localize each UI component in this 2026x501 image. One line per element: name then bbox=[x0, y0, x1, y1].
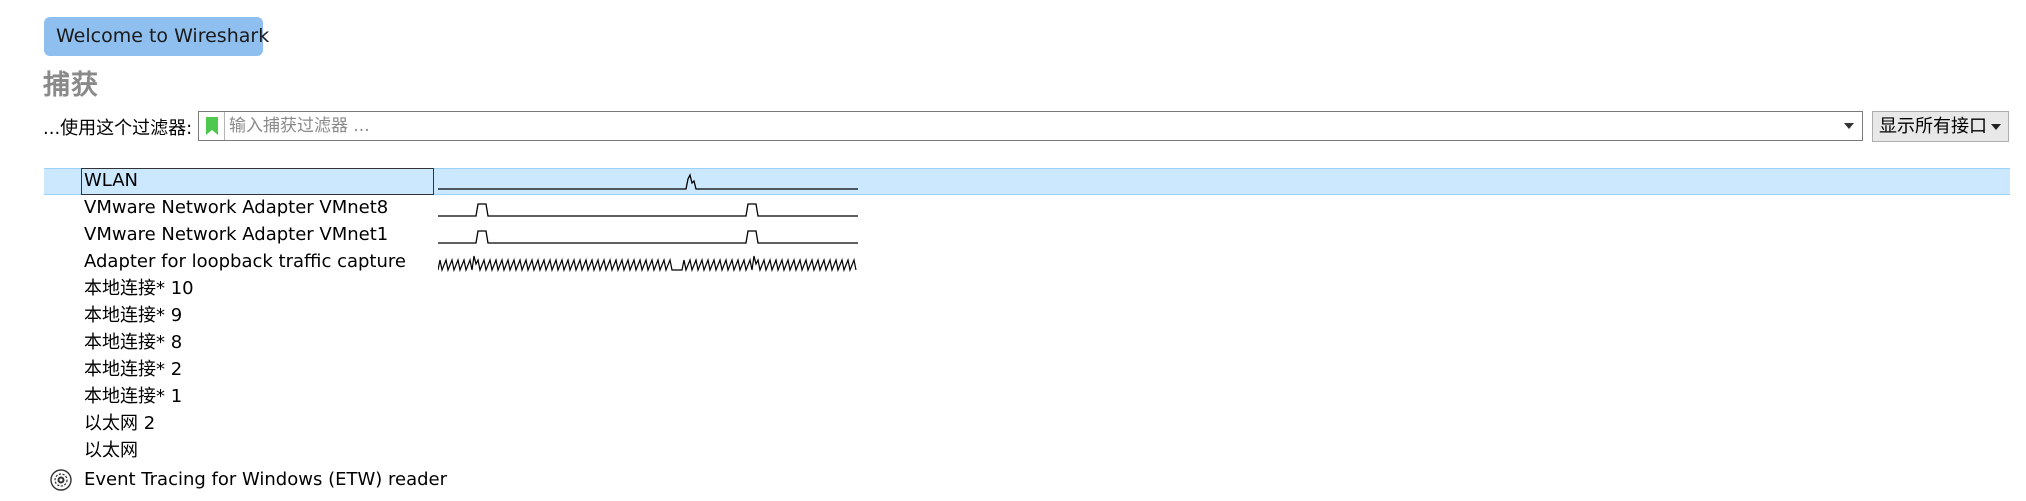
interface-name: 本地连接* 2 bbox=[84, 359, 183, 380]
traffic-sparkline bbox=[438, 230, 858, 244]
interface-row-local-10[interactable]: 本地连接* 10 bbox=[0, 276, 2026, 303]
interface-name: 本地连接* 8 bbox=[84, 332, 183, 353]
interface-row-ethernet[interactable]: 以太网 bbox=[0, 438, 2026, 465]
bookmark-icon bbox=[206, 117, 218, 135]
show-all-interfaces-button[interactable]: 显示所有接口 bbox=[1872, 111, 2009, 142]
interface-row-loopback[interactable]: Adapter for loopback traffic capture bbox=[0, 249, 2026, 276]
interface-name: 本地连接* 9 bbox=[84, 305, 183, 326]
interface-row-ethernet-2[interactable]: 以太网 2 bbox=[0, 411, 2026, 438]
interface-row-etw[interactable]: Event Tracing for Windows (ETW) reader bbox=[0, 465, 2026, 495]
interface-name: 以太网 bbox=[84, 440, 138, 461]
interface-list: WLAN VMware Network Adapter VMnet8 VMwar… bbox=[0, 168, 2026, 495]
interface-name: WLAN bbox=[84, 170, 139, 191]
interface-row-wlan[interactable]: WLAN bbox=[0, 168, 2026, 195]
capture-filter-input[interactable] bbox=[229, 112, 1829, 140]
interface-name: 以太网 2 bbox=[84, 413, 156, 434]
welcome-banner: Welcome to Wireshark bbox=[44, 17, 269, 56]
filter-label: ...使用这个过滤器: bbox=[43, 118, 193, 139]
interface-name: VMware Network Adapter VMnet8 bbox=[84, 197, 389, 218]
interface-row-local-8[interactable]: 本地连接* 8 bbox=[0, 330, 2026, 357]
interface-name: 本地连接* 10 bbox=[84, 278, 194, 299]
interface-name: Adapter for loopback traffic capture bbox=[84, 251, 406, 272]
interface-row-local-1[interactable]: 本地连接* 1 bbox=[0, 384, 2026, 411]
interface-row-vmnet1[interactable]: VMware Network Adapter VMnet1 bbox=[0, 222, 2026, 249]
interface-row-local-9[interactable]: 本地连接* 9 bbox=[0, 303, 2026, 330]
interface-row-vmnet8[interactable]: VMware Network Adapter VMnet8 bbox=[0, 195, 2026, 222]
interface-name: Event Tracing for Windows (ETW) reader bbox=[84, 469, 448, 490]
interface-row-local-2[interactable]: 本地连接* 2 bbox=[0, 357, 2026, 384]
capture-heading: 捕获 bbox=[43, 70, 99, 101]
traffic-sparkline bbox=[438, 203, 858, 217]
traffic-sparkline bbox=[438, 255, 857, 273]
filter-bookmark-button[interactable] bbox=[199, 112, 225, 140]
show-all-interfaces-label: 显示所有接口 bbox=[1879, 116, 1987, 137]
wireshark-welcome-page: Welcome to Wireshark 捕获 ...使用这个过滤器: 显示所有… bbox=[0, 0, 2026, 501]
filter-dropdown-arrow-icon[interactable] bbox=[1844, 123, 1854, 129]
traffic-sparkline bbox=[438, 173, 858, 190]
interface-name: VMware Network Adapter VMnet1 bbox=[84, 224, 389, 245]
capture-filter-box bbox=[198, 111, 1863, 141]
interface-name: 本地连接* 1 bbox=[84, 386, 183, 407]
caret-down-icon bbox=[1991, 124, 2001, 130]
gear-icon bbox=[50, 469, 72, 491]
